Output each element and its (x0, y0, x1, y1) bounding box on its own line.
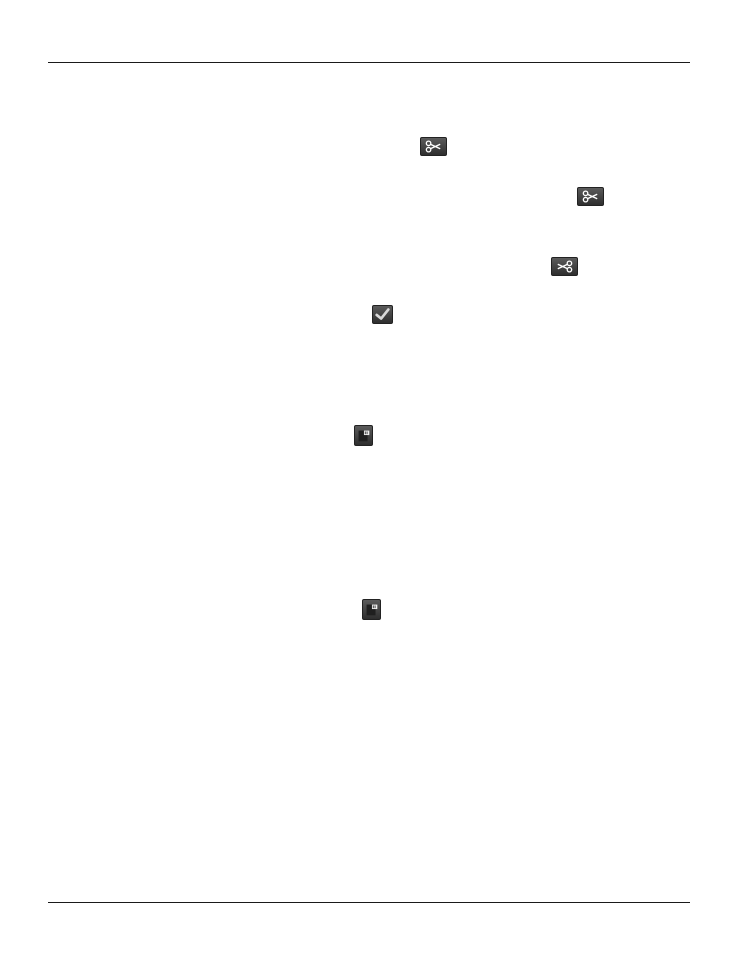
footer-rule (48, 902, 690, 903)
card-icon (354, 425, 373, 446)
scissors-icon (551, 257, 578, 276)
card-icon (362, 599, 381, 620)
scissors-icon (420, 137, 447, 156)
check-icon (372, 305, 393, 324)
header-rule (48, 62, 690, 63)
scissors-icon (577, 187, 604, 206)
